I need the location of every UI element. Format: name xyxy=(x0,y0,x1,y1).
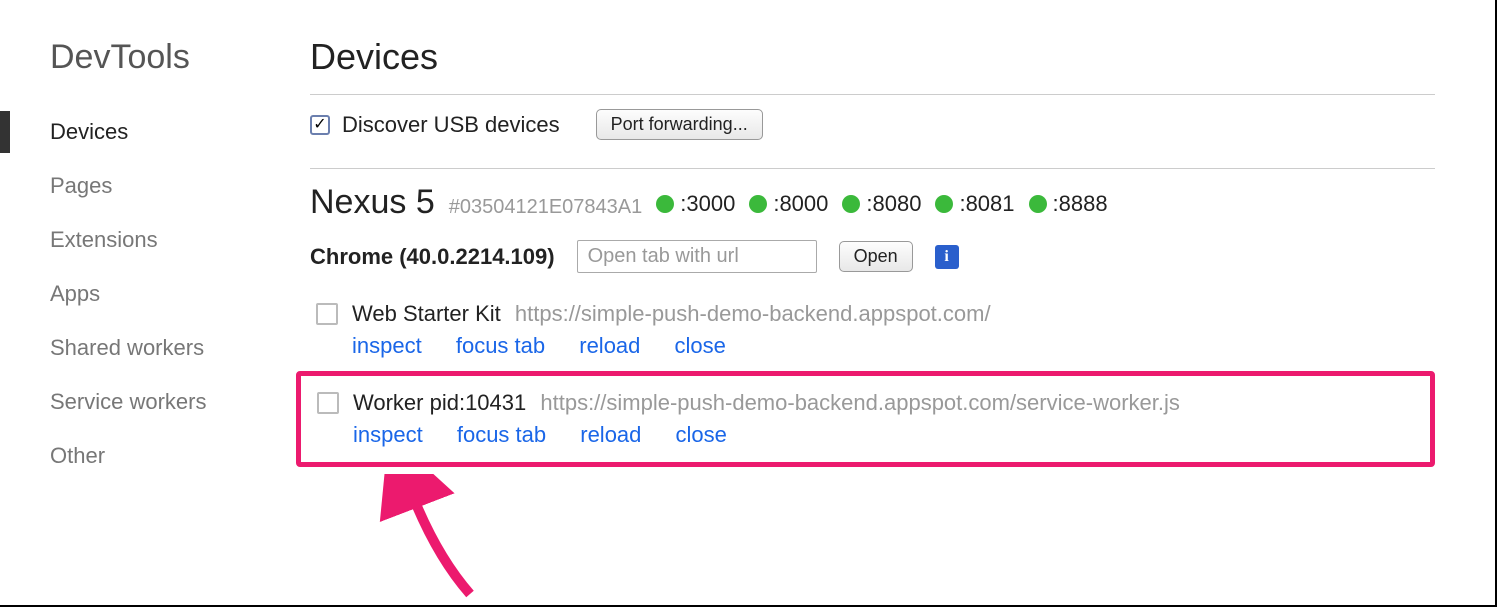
device-name: Nexus 5 xyxy=(310,183,435,222)
sidebar-item-shared-workers[interactable]: Shared workers xyxy=(50,321,260,375)
status-dot-icon xyxy=(1029,195,1047,213)
entry-title: Web Starter Kit xyxy=(352,301,501,326)
sidebar-item-apps[interactable]: Apps xyxy=(50,267,260,321)
device-header: Nexus 5 #03504121E07843A1 :3000 :8000 :8… xyxy=(310,183,1435,222)
port-label: :8888 xyxy=(1053,191,1108,217)
divider xyxy=(310,94,1435,95)
browser-label: Chrome (40.0.2214.109) xyxy=(310,244,555,270)
tab-entry: Web Starter Kit https://simple-push-demo… xyxy=(310,293,1435,369)
discover-usb-checkbox[interactable]: ✓ xyxy=(310,115,330,135)
inspect-link[interactable]: inspect xyxy=(353,422,423,447)
browser-row: Chrome (40.0.2214.109) Open i xyxy=(310,240,1435,273)
port-label: :8000 xyxy=(773,191,828,217)
port-badge: :3000 xyxy=(656,191,735,217)
port-forwarding-button[interactable]: Port forwarding... xyxy=(596,109,763,140)
sidebar: DevTools Devices Pages Extensions Apps S… xyxy=(0,30,260,483)
open-tab-button[interactable]: Open xyxy=(839,241,913,272)
entry-url: https://simple-push-demo-backend.appspot… xyxy=(540,390,1180,415)
focus-tab-link[interactable]: focus tab xyxy=(457,422,546,447)
discover-usb-label: Discover USB devices xyxy=(342,112,560,138)
open-tab-url-input[interactable] xyxy=(577,240,817,273)
inspect-link[interactable]: inspect xyxy=(352,333,422,358)
annotation-arrow-icon xyxy=(375,474,495,604)
discover-toolbar: ✓ Discover USB devices Port forwarding..… xyxy=(310,109,1435,140)
port-badge: :8081 xyxy=(935,191,1014,217)
entry-title: Worker pid:10431 xyxy=(353,390,526,415)
port-badge: :8080 xyxy=(842,191,921,217)
status-dot-icon xyxy=(749,195,767,213)
page-title: Devices xyxy=(310,36,1435,78)
divider xyxy=(310,168,1435,169)
sidebar-item-other[interactable]: Other xyxy=(50,429,260,483)
port-label: :8081 xyxy=(959,191,1014,217)
main-panel: Devices ✓ Discover USB devices Port forw… xyxy=(260,30,1495,483)
status-dot-icon xyxy=(935,195,953,213)
device-id: #03504121E07843A1 xyxy=(449,196,643,219)
info-icon[interactable]: i xyxy=(935,245,959,269)
close-link[interactable]: close xyxy=(676,422,727,447)
tab-entry-highlighted: Worker pid:10431 https://simple-push-dem… xyxy=(296,371,1435,467)
sidebar-item-pages[interactable]: Pages xyxy=(50,159,260,213)
reload-link[interactable]: reload xyxy=(580,422,641,447)
close-link[interactable]: close xyxy=(675,333,726,358)
entry-checkbox[interactable] xyxy=(317,392,339,414)
port-label: :8080 xyxy=(866,191,921,217)
port-badge: :8000 xyxy=(749,191,828,217)
sidebar-item-service-workers[interactable]: Service workers xyxy=(50,375,260,429)
status-dot-icon xyxy=(656,195,674,213)
app-title: DevTools xyxy=(50,38,260,77)
sidebar-item-extensions[interactable]: Extensions xyxy=(50,213,260,267)
reload-link[interactable]: reload xyxy=(579,333,640,358)
port-label: :3000 xyxy=(680,191,735,217)
entry-url: https://simple-push-demo-backend.appspot… xyxy=(515,301,991,326)
status-dot-icon xyxy=(842,195,860,213)
sidebar-item-devices[interactable]: Devices xyxy=(50,105,260,159)
focus-tab-link[interactable]: focus tab xyxy=(456,333,545,358)
port-badge: :8888 xyxy=(1029,191,1108,217)
entry-checkbox[interactable] xyxy=(316,303,338,325)
